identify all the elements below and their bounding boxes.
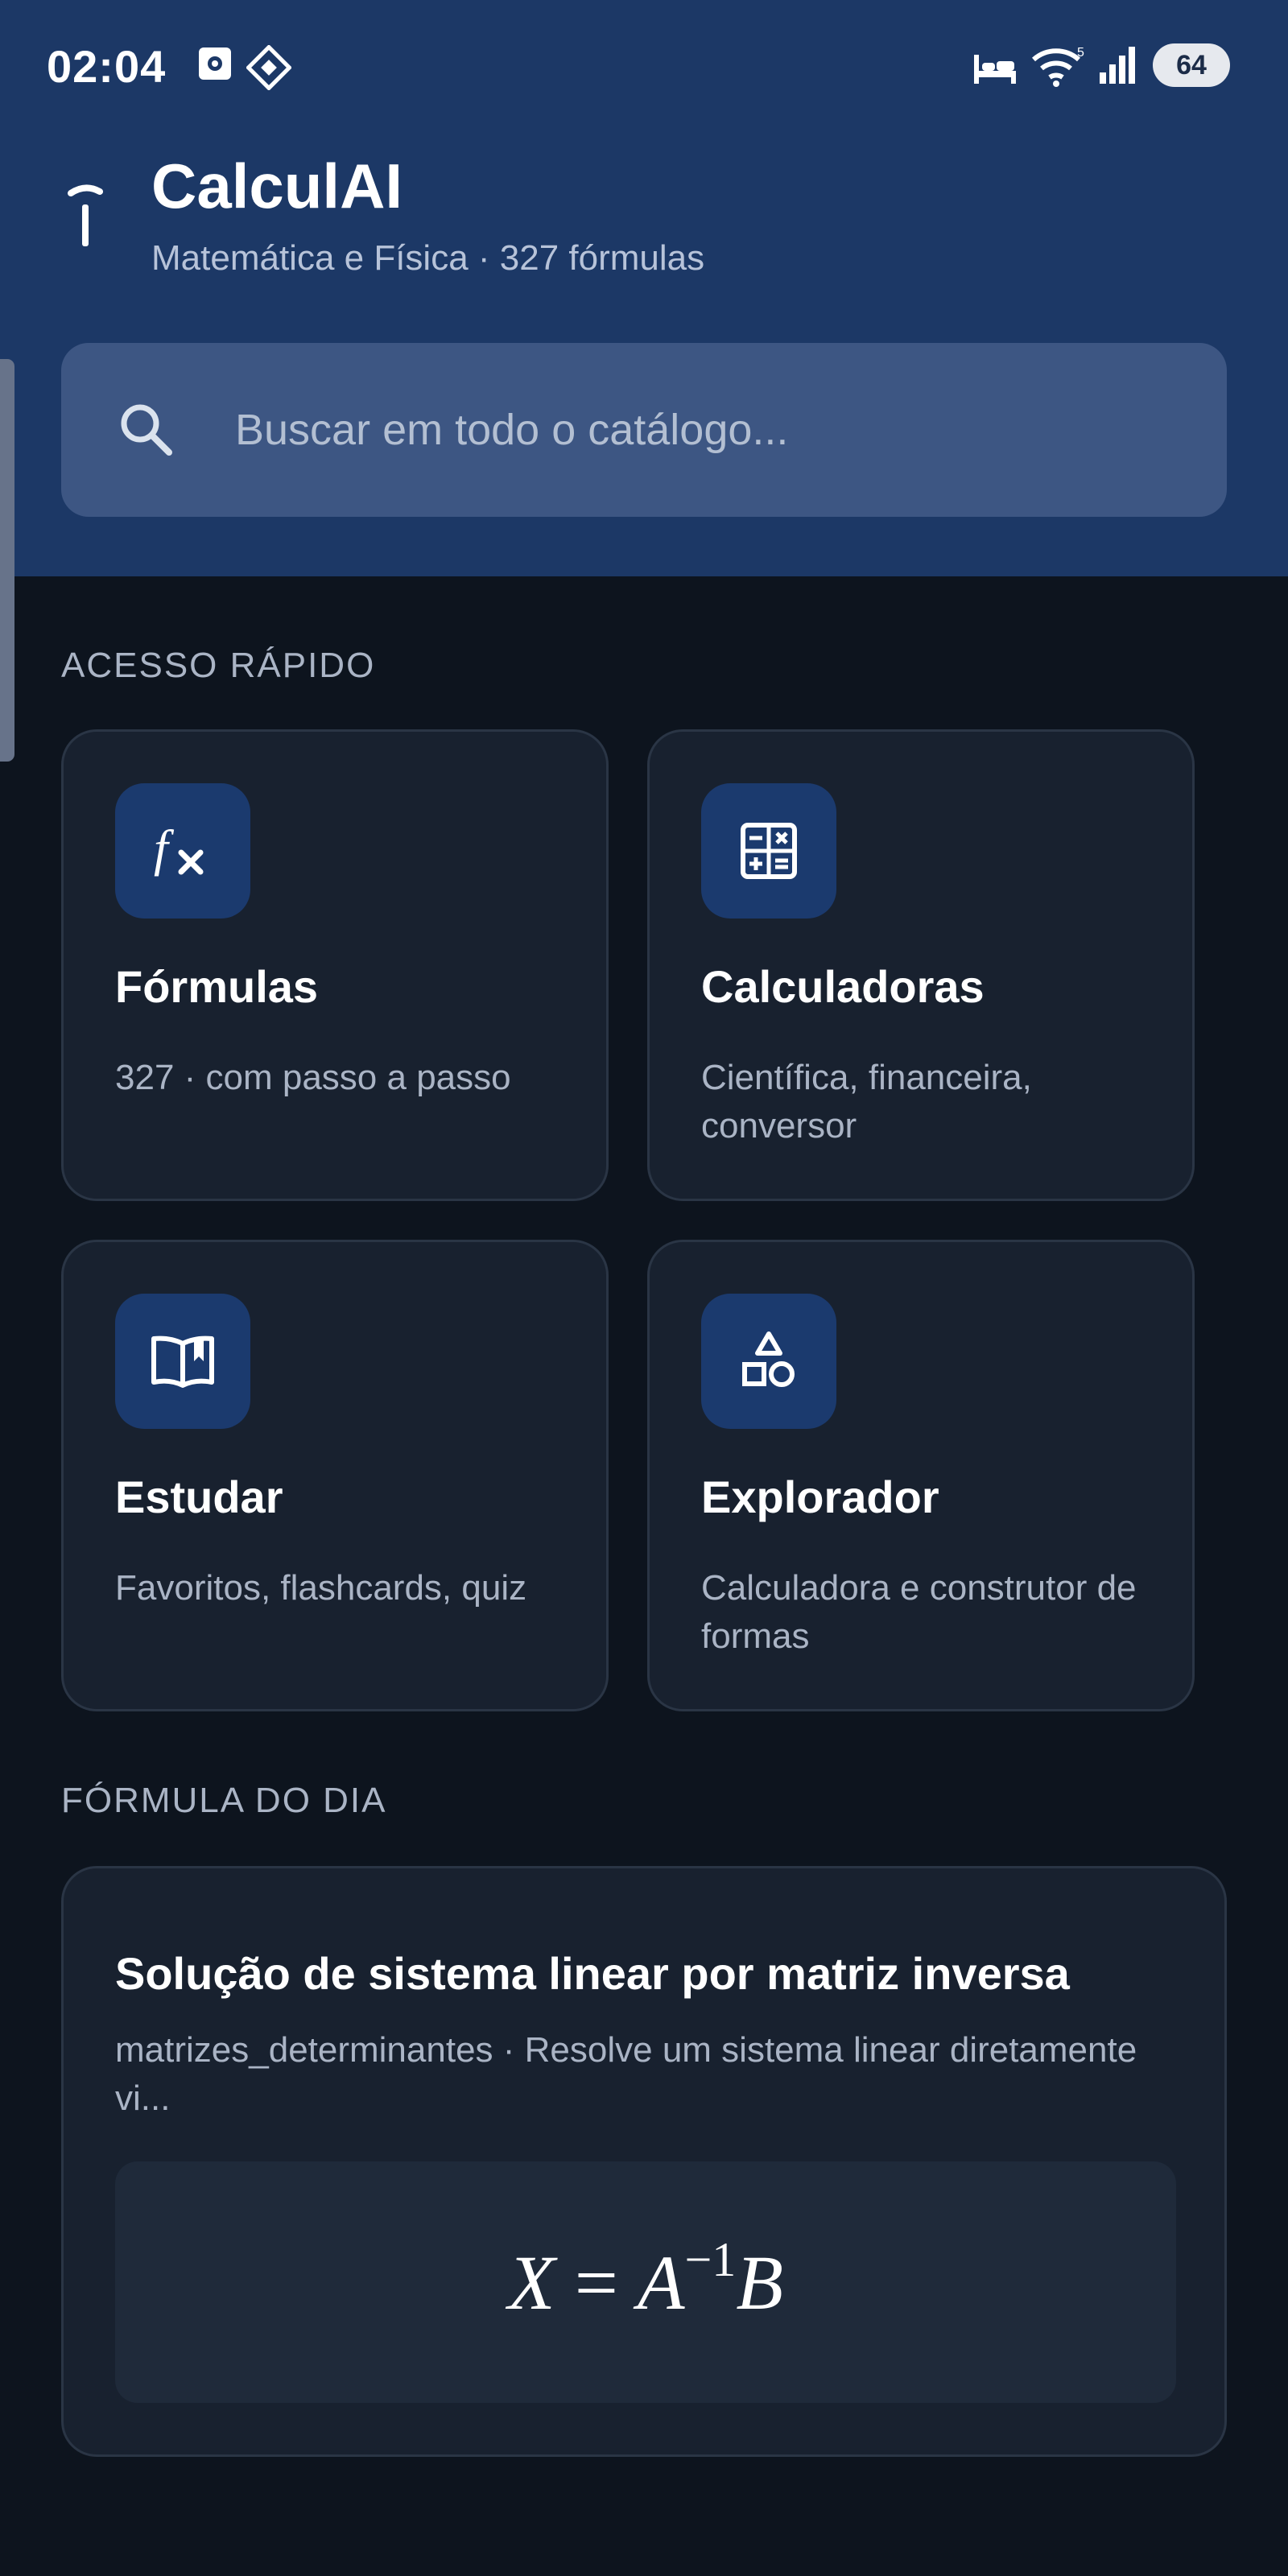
card-study[interactable]: Estudar Favoritos, flashcards, quiz xyxy=(61,1240,609,1711)
book-icon xyxy=(151,1335,214,1388)
card-title: Fórmulas xyxy=(115,961,319,1012)
card-title: Calculadoras xyxy=(701,961,985,1012)
card-icon-tile xyxy=(701,1294,836,1429)
card-icon-tile xyxy=(115,1294,250,1429)
formula-lhs: X xyxy=(508,2239,555,2326)
bed-icon xyxy=(974,55,1016,84)
formula-of-day-card[interactable]: Solução de sistema linear por matriz inv… xyxy=(61,1866,1227,2457)
card-description: 327 · com passo a passo xyxy=(115,1058,511,1097)
formula-of-day-label: FÓRMULA DO DIA xyxy=(61,1781,387,1820)
game-icon xyxy=(246,45,291,90)
card-title: Explorador xyxy=(701,1472,939,1522)
svg-text:f: f xyxy=(154,819,175,877)
search-icon xyxy=(121,404,172,456)
formula-equals: = xyxy=(574,2239,618,2326)
quick-access-label: ACESSO RÁPIDO xyxy=(61,646,376,685)
calculator-icon xyxy=(741,823,797,879)
formula-expression: X = A−1B xyxy=(508,2233,783,2327)
card-title: Estudar xyxy=(115,1472,283,1522)
card-explorer[interactable]: Explorador Calculadora e construtor de f… xyxy=(647,1240,1195,1711)
formula-title: Solução de sistema linear por matriz inv… xyxy=(115,1948,1070,1999)
search-bar[interactable] xyxy=(61,343,1227,517)
function-icon: f xyxy=(154,819,204,877)
search-input[interactable] xyxy=(235,391,1185,469)
app-title: CalculAI xyxy=(151,151,403,221)
card-calculators[interactable]: Calculadoras Científica, financeira, con… xyxy=(647,729,1195,1201)
card-description: Calculadora e construtor de formas xyxy=(701,1568,1137,1656)
formula-display: X = A−1B xyxy=(115,2161,1176,2403)
photo-icon xyxy=(199,47,231,80)
scroll-handle[interactable] xyxy=(0,359,14,762)
status-time: 02:04 xyxy=(47,41,167,92)
card-formulas[interactable]: f Fórmulas 327 · com passo a passo xyxy=(61,729,609,1201)
app-subtitle: Matemática e Física · 327 fórmulas xyxy=(151,238,705,278)
svg-text:5: 5 xyxy=(1077,46,1084,60)
battery-indicator: 64 xyxy=(1153,43,1230,87)
formula-exponent: −1 xyxy=(684,2232,737,2286)
formula-description: matrizes_determinantes · Resolve um sist… xyxy=(115,2030,1137,2118)
signal-icon xyxy=(1100,47,1135,84)
card-description: Científica, financeira, conversor xyxy=(701,1058,1032,1146)
status-bar: 02:04 5 64 xyxy=(0,0,1288,129)
card-description: Favoritos, flashcards, quiz xyxy=(115,1568,527,1608)
card-icon-tile xyxy=(701,783,836,919)
app-header: 02:04 5 64 CalculAI Matemática e Física … xyxy=(0,0,1288,576)
wifi-icon: 5 xyxy=(1032,46,1084,87)
formula-matrix-a: A xyxy=(637,2239,685,2326)
formula-matrix-b: B xyxy=(736,2239,783,2326)
card-icon-tile: f xyxy=(115,783,250,919)
app-logo-icon xyxy=(68,184,103,246)
shapes-icon xyxy=(742,1331,795,1387)
